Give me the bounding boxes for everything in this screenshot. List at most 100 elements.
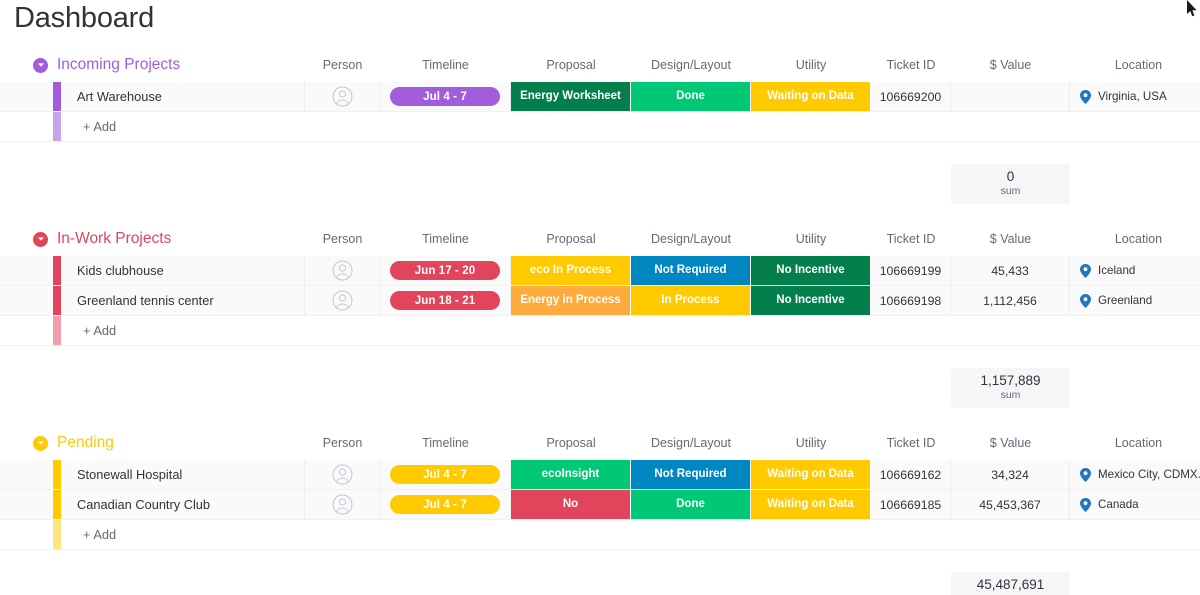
add-item-label[interactable]: + Add <box>61 316 305 345</box>
add-spacer-location <box>1070 520 1200 549</box>
cell-timeline[interactable]: Jun 18 - 21 <box>380 286 511 315</box>
cell-value[interactable]: 34,324 <box>951 460 1070 489</box>
timeline-pill[interactable]: Jul 4 - 7 <box>390 465 500 484</box>
cell-utility[interactable]: Waiting on Data <box>751 82 871 111</box>
cell-ticket-id[interactable]: 106669200 <box>871 82 951 111</box>
table-row[interactable]: Stonewall Hospital Jul 4 - 7 ecoInsightNot… <box>0 460 1200 490</box>
cell-proposal[interactable]: No <box>511 490 631 519</box>
cell-design-layout[interactable]: Not Required <box>631 460 751 489</box>
cell-value[interactable]: 1,112,456 <box>951 286 1070 315</box>
avatar-person-icon <box>332 86 353 107</box>
group-collapse-icon[interactable] <box>33 232 48 247</box>
add-item-row[interactable]: + Add <box>0 520 1200 550</box>
cell-item-name[interactable]: Canadian Country Club <box>61 490 305 519</box>
cell-utility[interactable]: Waiting on Data <box>751 490 871 519</box>
cell-proposal[interactable]: Energy in Process <box>511 286 631 315</box>
timeline-pill[interactable]: Jun 17 - 20 <box>390 261 500 280</box>
cell-timeline[interactable]: Jul 4 - 7 <box>380 82 511 111</box>
group-header[interactable]: In-Work Projects <box>0 226 1200 252</box>
cell-proposal[interactable]: Energy Worksheet <box>511 82 631 111</box>
add-spacer-timeline <box>380 520 511 549</box>
cell-ticket-id[interactable]: 106669162 <box>871 460 951 489</box>
value-sum-label: sum <box>1001 185 1021 199</box>
cell-value[interactable] <box>951 82 1070 111</box>
value-sum-amount: 1,157,889 <box>980 373 1040 389</box>
value-sum-box[interactable]: 0sum <box>951 164 1070 204</box>
cell-ticket-id[interactable]: 106669185 <box>871 490 951 519</box>
timeline-pill[interactable]: Jun 18 - 21 <box>390 291 500 310</box>
table-row[interactable]: Art Warehouse Jul 4 - 7 Energy WorksheetDo… <box>0 82 1200 112</box>
group-rows: Kids clubhouseJun 17 - 20eco In ProcessN… <box>0 256 1200 346</box>
cell-value[interactable]: 45,433 <box>951 256 1070 285</box>
group-summary-row: 45,487,691sum <box>0 572 1200 595</box>
table-row[interactable]: Canadian Country Club Jul 4 - 7 NoDoneWait… <box>0 490 1200 520</box>
add-item-label[interactable]: + Add <box>61 520 305 549</box>
cell-location[interactable]: Virginia, USA <box>1070 82 1200 111</box>
row-color-bar <box>53 256 61 285</box>
cell-person[interactable] <box>305 460 380 489</box>
cell-timeline[interactable]: Jul 4 - 7 <box>380 490 511 519</box>
cell-location[interactable]: Greenland <box>1070 286 1200 315</box>
cell-item-name[interactable]: Greenland tennis center <box>61 286 305 315</box>
add-spacer-person <box>305 520 380 549</box>
cell-utility[interactable]: Waiting on Data <box>751 460 871 489</box>
add-spacer-proposal <box>511 520 631 549</box>
cell-ticket-id[interactable]: 106669199 <box>871 256 951 285</box>
add-spacer-design <box>631 316 751 345</box>
timeline-pill[interactable]: Jul 4 - 7 <box>390 495 500 514</box>
add-spacer-value <box>951 112 1070 141</box>
group-header[interactable]: Incoming Projects <box>0 52 1200 78</box>
board-group: PendingPersonTimelineProposalDesign/Layo… <box>0 430 1200 595</box>
value-sum-box[interactable]: 1,157,889sum <box>951 368 1070 408</box>
add-spacer-location <box>1070 112 1200 141</box>
add-spacer-utility <box>751 112 871 141</box>
mouse-cursor-icon <box>1186 0 1198 18</box>
timeline-pill[interactable]: Jul 4 - 7 <box>390 87 500 106</box>
location-pin-icon <box>1080 468 1091 482</box>
group-title: Incoming Projects <box>57 56 180 74</box>
add-spacer-ticket <box>871 112 951 141</box>
group-summary-row: 1,157,889sum <box>0 368 1200 408</box>
group-header[interactable]: Pending <box>0 430 1200 456</box>
cell-location[interactable]: Iceland <box>1070 256 1200 285</box>
cell-item-name[interactable]: Stonewall Hospital <box>61 460 305 489</box>
cell-location[interactable]: Canada <box>1070 490 1200 519</box>
group-collapse-icon[interactable] <box>33 58 48 73</box>
location-text: Virginia, USA <box>1098 90 1167 103</box>
cell-utility[interactable]: No Incentive <box>751 286 871 315</box>
group-title: Pending <box>57 434 114 452</box>
group-collapse-icon[interactable] <box>33 436 48 451</box>
cell-timeline[interactable]: Jun 17 - 20 <box>380 256 511 285</box>
add-item-row[interactable]: + Add <box>0 316 1200 346</box>
location-text: Greenland <box>1098 294 1152 307</box>
cell-person[interactable] <box>305 490 380 519</box>
table-row[interactable]: Kids clubhouseJun 17 - 20eco In ProcessN… <box>0 256 1200 286</box>
add-spacer-timeline <box>380 112 511 141</box>
value-sum-box[interactable]: 45,487,691sum <box>951 572 1070 595</box>
add-item-label[interactable]: + Add <box>61 112 305 141</box>
cell-proposal[interactable]: eco In Process <box>511 256 631 285</box>
cell-person[interactable] <box>305 82 380 111</box>
cell-person[interactable] <box>305 286 380 315</box>
cell-value[interactable]: 45,453,367 <box>951 490 1070 519</box>
cell-design-layout[interactable]: In Process <box>631 286 751 315</box>
add-item-row[interactable]: + Add <box>0 112 1200 142</box>
cell-location[interactable]: Mexico City, CDMX... <box>1070 460 1200 489</box>
table-row[interactable]: Greenland tennis center Jun 18 - 21 Energy… <box>0 286 1200 316</box>
cell-utility[interactable]: No Incentive <box>751 256 871 285</box>
cell-design-layout[interactable]: Done <box>631 82 751 111</box>
chevron-down-icon <box>37 235 45 243</box>
group-summary-row: 0sum <box>0 164 1200 204</box>
cell-person[interactable] <box>305 256 380 285</box>
cell-ticket-id[interactable]: 106669198 <box>871 286 951 315</box>
cell-design-layout[interactable]: Not Required <box>631 256 751 285</box>
cell-proposal[interactable]: ecoInsight <box>511 460 631 489</box>
cell-design-layout[interactable]: Done <box>631 490 751 519</box>
add-spacer-proposal <box>511 316 631 345</box>
cell-item-name[interactable]: Kids clubhouse <box>61 256 305 285</box>
value-sum-label: sum <box>1001 389 1021 403</box>
cell-timeline[interactable]: Jul 4 - 7 <box>380 460 511 489</box>
add-spacer-design <box>631 112 751 141</box>
cell-item-name[interactable]: Art Warehouse <box>61 82 305 111</box>
add-spacer-utility <box>751 520 871 549</box>
